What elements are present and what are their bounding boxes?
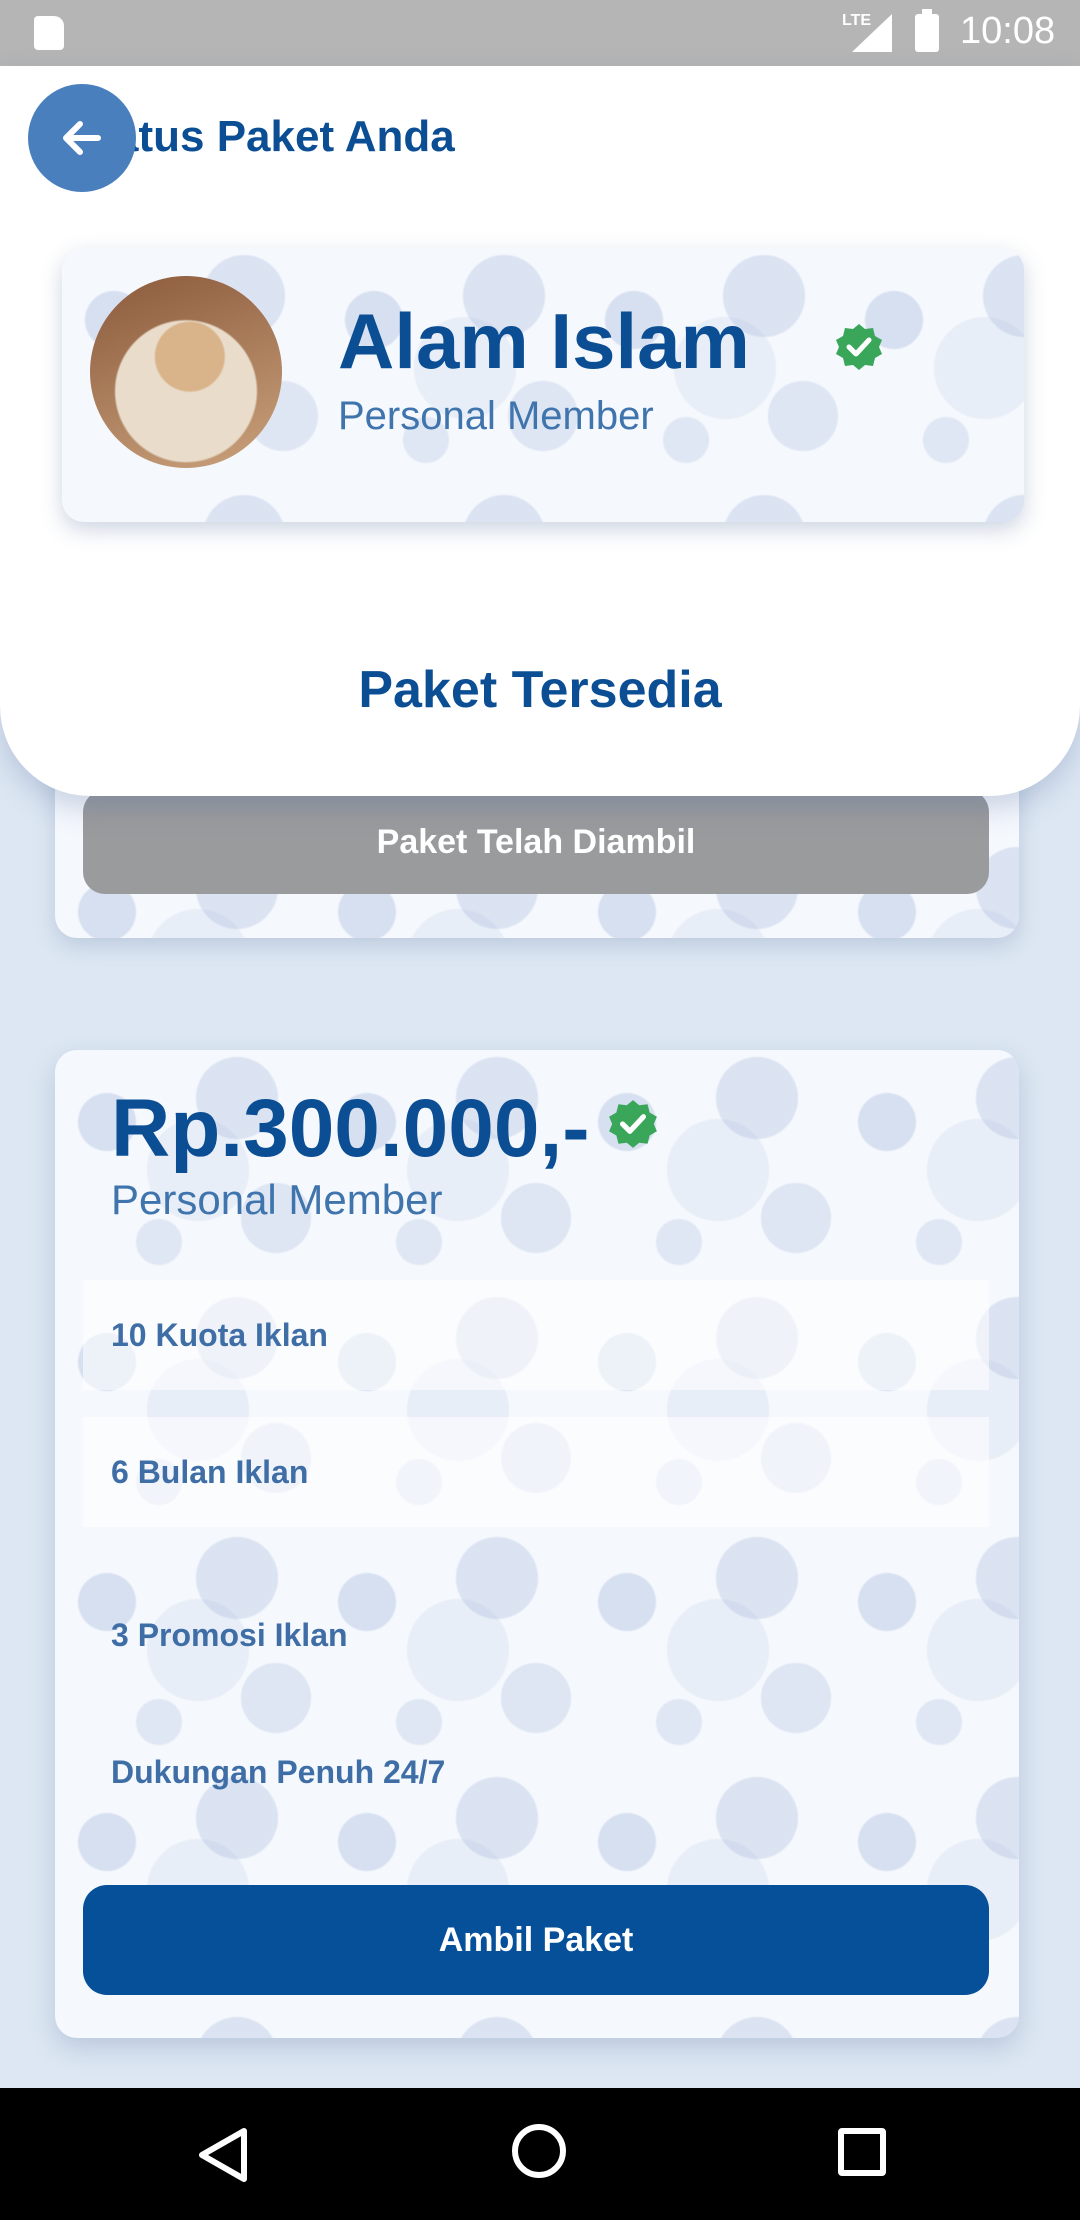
nav-home-icon[interactable] — [512, 2124, 566, 2178]
feature-item: Dukungan Penuh 24/7 — [111, 1753, 446, 1790]
navigation-bar — [0, 2088, 1080, 2220]
status-time: 10:08 — [960, 10, 1056, 52]
package-role: Personal Member — [111, 1176, 443, 1223]
feature-item: 6 Bulan Iklan — [83, 1417, 989, 1527]
section-title: Paket Tersedia — [358, 661, 722, 719]
feature-item: 10 Kuota Iklan — [83, 1280, 989, 1390]
package-card: Rp.300.000,- Personal Member 10 Kuota Ik… — [55, 1050, 1019, 2038]
profile-card: Alam Islam Personal Member — [62, 248, 1024, 522]
nav-back-icon[interactable] — [196, 2126, 250, 2184]
profile-role: Personal Member — [338, 394, 654, 438]
package-taken-button[interactable]: Paket Telah Diambil — [83, 790, 989, 894]
verified-check-icon — [609, 1100, 657, 1148]
take-package-button[interactable]: Ambil Paket — [83, 1885, 989, 1995]
verified-check-icon — [836, 324, 882, 370]
signal-icon — [852, 14, 892, 52]
profile-name: Alam Islam — [338, 297, 750, 385]
avatar — [90, 276, 282, 468]
back-button[interactable] — [28, 84, 136, 192]
feature-item: 3 Promosi Iklan — [111, 1616, 348, 1653]
package-price: Rp.300.000,- — [111, 1083, 590, 1174]
sd-card-icon — [34, 16, 64, 50]
battery-icon — [915, 9, 939, 52]
status-bar: LTE 10:08 — [0, 0, 1080, 66]
nav-recent-icon[interactable] — [838, 2128, 886, 2176]
back-arrow-icon — [63, 121, 101, 155]
